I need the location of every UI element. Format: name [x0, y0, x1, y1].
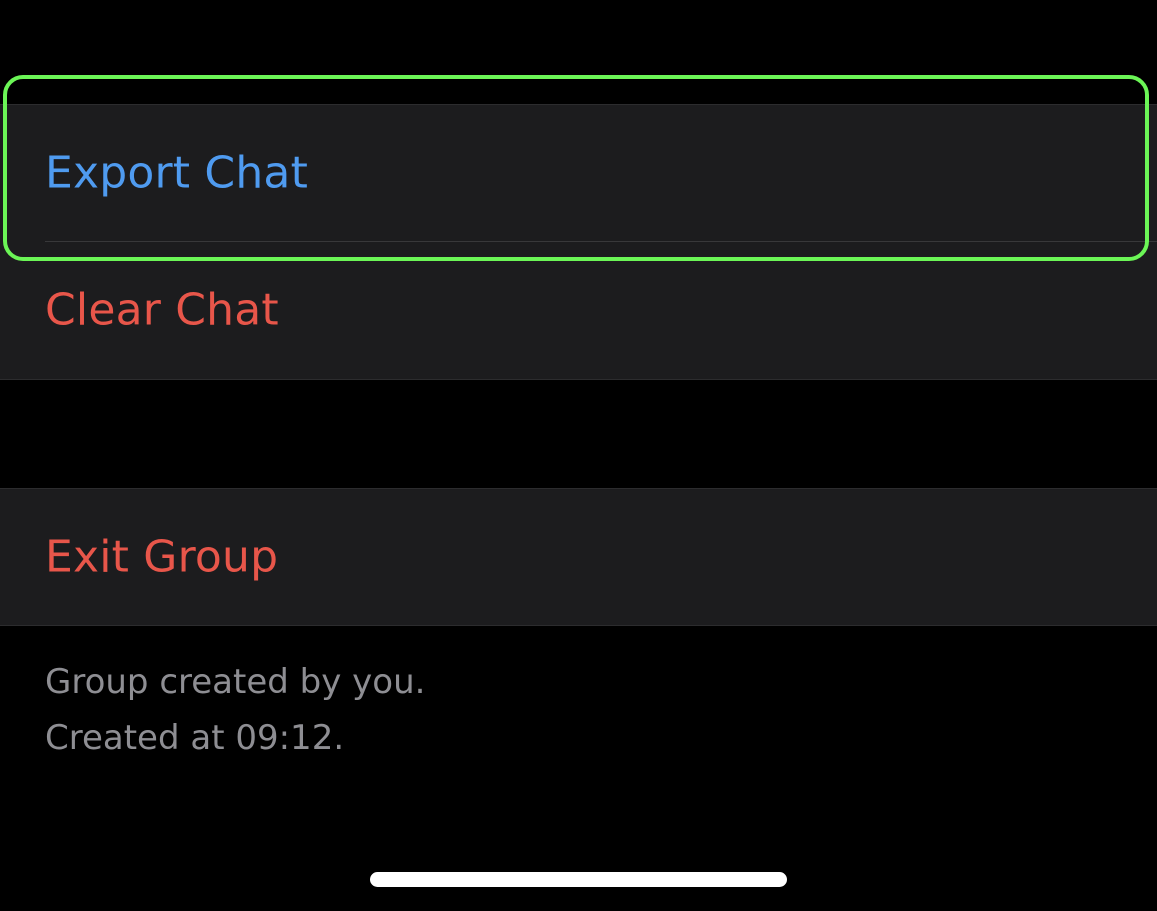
chat-actions-group: Export Chat Clear Chat [0, 104, 1157, 380]
group-info-screen: Export Chat Clear Chat Exit Group Group … [0, 0, 1157, 911]
group-created-by-text: Group created by you. [45, 662, 426, 702]
exit-group-section: Exit Group [0, 488, 1157, 626]
clear-chat-button[interactable]: Clear Chat [0, 242, 1157, 378]
group-created-at-text: Created at 09:12. [45, 718, 345, 758]
exit-group-button[interactable]: Exit Group [0, 489, 1157, 625]
clear-chat-label: Clear Chat [45, 284, 279, 336]
exit-group-label: Exit Group [45, 531, 279, 583]
group-footer-info: Group created by you. Created at 09:12. [45, 654, 425, 766]
export-chat-button[interactable]: Export Chat [0, 105, 1157, 241]
home-indicator[interactable] [370, 872, 787, 887]
export-chat-label: Export Chat [45, 147, 309, 199]
